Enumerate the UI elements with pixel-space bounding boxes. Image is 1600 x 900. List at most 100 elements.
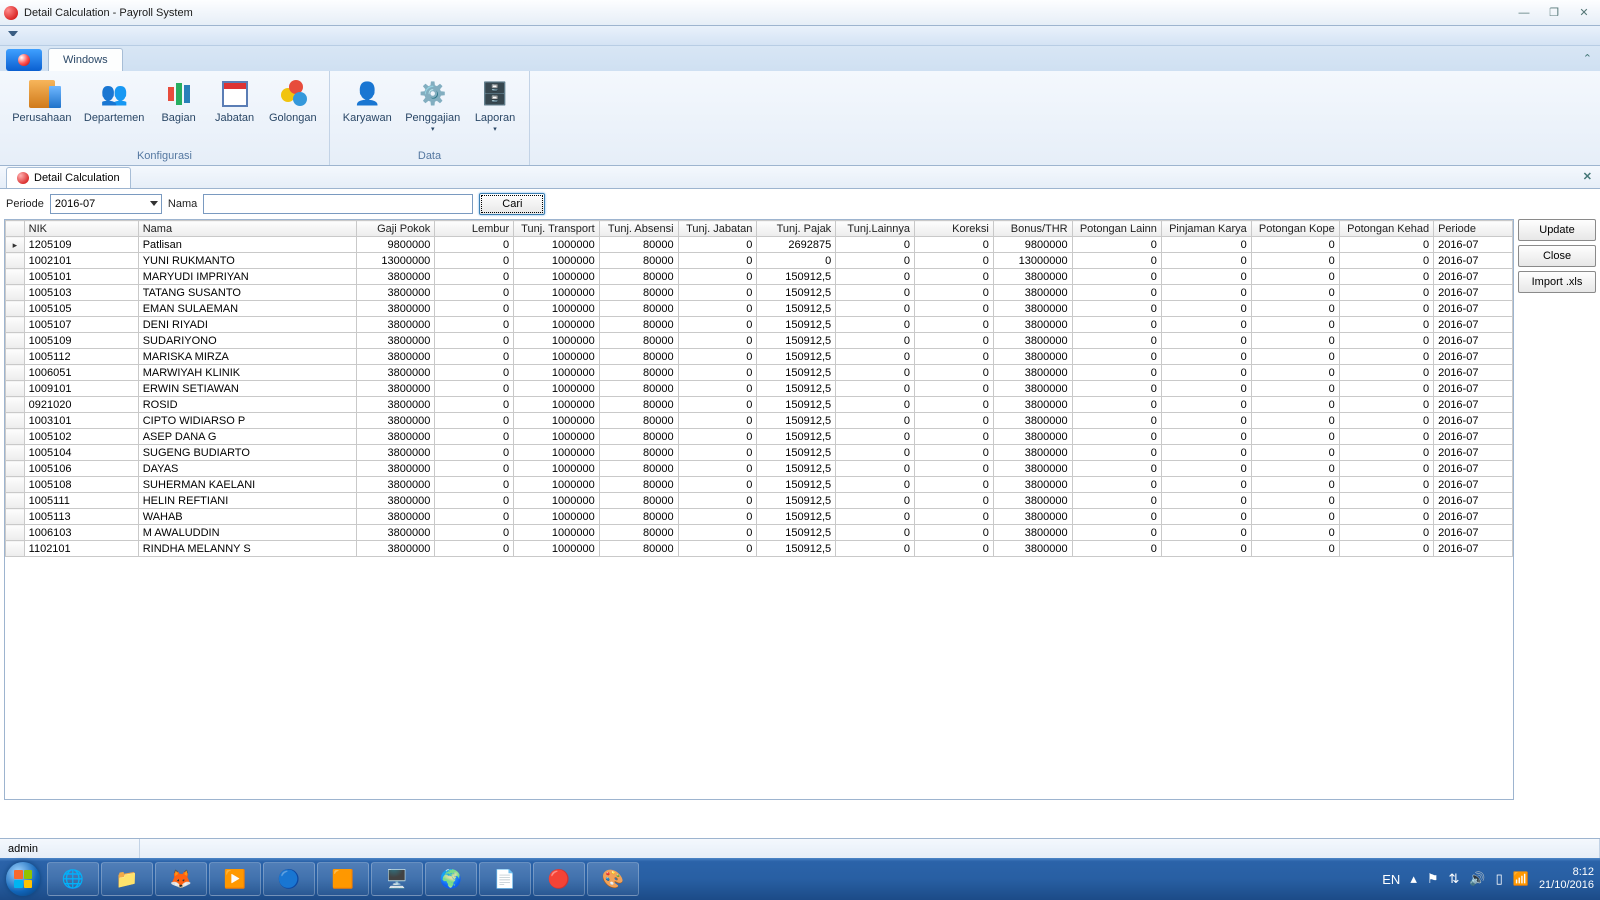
row-header[interactable] <box>6 477 25 493</box>
periode-combo[interactable]: 2016-07 <box>50 194 162 214</box>
cell[interactable]: 3800000 <box>356 285 435 301</box>
cell[interactable]: 80000 <box>599 285 678 301</box>
cell[interactable]: 0 <box>915 365 994 381</box>
cell[interactable]: 0 <box>1339 413 1433 429</box>
ribbon-departemen[interactable]: 👥Departemen <box>78 75 151 146</box>
row-header[interactable] <box>6 253 25 269</box>
cell[interactable]: 0 <box>1339 301 1433 317</box>
cell[interactable]: 0 <box>1072 429 1161 445</box>
cell[interactable]: M AWALUDDIN <box>138 525 356 541</box>
taskbar-chrome[interactable]: 🔵 <box>263 862 315 896</box>
cell[interactable]: 1000000 <box>514 525 600 541</box>
cell[interactable]: 0 <box>1072 317 1161 333</box>
col-header[interactable]: Tunj.Lainnya <box>836 221 915 237</box>
cell[interactable]: 3800000 <box>356 461 435 477</box>
cell[interactable]: 1005111 <box>24 493 138 509</box>
cell[interactable]: 3800000 <box>356 301 435 317</box>
cell[interactable]: 3800000 <box>993 349 1072 365</box>
cell[interactable]: 0 <box>1251 445 1339 461</box>
cell[interactable]: 0 <box>435 413 514 429</box>
cell[interactable]: 1000000 <box>514 493 600 509</box>
cell[interactable]: 0 <box>1251 541 1339 557</box>
cell[interactable]: 0 <box>678 333 757 349</box>
cell[interactable]: 0 <box>1339 525 1433 541</box>
taskbar-ie[interactable]: 🌐 <box>47 862 99 896</box>
cell[interactable]: 150912,5 <box>757 525 836 541</box>
cell[interactable]: 1006103 <box>24 525 138 541</box>
cell[interactable]: 3800000 <box>993 429 1072 445</box>
cell[interactable]: 0 <box>1072 301 1161 317</box>
tray-lang[interactable]: EN <box>1382 872 1400 887</box>
cell[interactable]: 2016-07 <box>1434 429 1513 445</box>
doctab-detail-calculation[interactable]: Detail Calculation <box>6 167 131 188</box>
cell[interactable]: 0 <box>678 237 757 253</box>
cell[interactable]: 1000000 <box>514 461 600 477</box>
cell[interactable]: 0 <box>1161 253 1251 269</box>
cell[interactable]: 150912,5 <box>757 381 836 397</box>
cell[interactable]: 0 <box>678 397 757 413</box>
cell[interactable]: 0 <box>435 285 514 301</box>
cell[interactable]: 3800000 <box>993 365 1072 381</box>
row-header[interactable] <box>6 397 25 413</box>
cell[interactable]: 0 <box>1339 429 1433 445</box>
cell[interactable]: 2016-07 <box>1434 333 1513 349</box>
cell[interactable]: 150912,5 <box>757 365 836 381</box>
cell[interactable]: RINDHA MELANNY S <box>138 541 356 557</box>
cell[interactable]: 0 <box>1251 477 1339 493</box>
cell[interactable]: 0 <box>678 301 757 317</box>
cell[interactable]: 0 <box>836 461 915 477</box>
cell[interactable]: 9800000 <box>993 237 1072 253</box>
cell[interactable]: SUDARIYONO <box>138 333 356 349</box>
cell[interactable]: 2016-07 <box>1434 237 1513 253</box>
cell[interactable]: 80000 <box>599 253 678 269</box>
cell[interactable]: 0 <box>1339 493 1433 509</box>
start-button[interactable] <box>0 858 46 900</box>
col-header[interactable]: Potongan Kehad <box>1339 221 1433 237</box>
col-header[interactable]: Tunj. Transport <box>514 221 600 237</box>
close-window-button[interactable]: ✕ <box>1572 5 1596 21</box>
col-header[interactable]: Tunj. Absensi <box>599 221 678 237</box>
cell[interactable]: 0 <box>836 301 915 317</box>
cell[interactable]: 0 <box>1161 413 1251 429</box>
cell[interactable]: 0 <box>1339 333 1433 349</box>
cell[interactable]: 2016-07 <box>1434 269 1513 285</box>
cell[interactable]: 0 <box>435 541 514 557</box>
cell[interactable]: 2016-07 <box>1434 317 1513 333</box>
cell[interactable]: 0 <box>836 349 915 365</box>
cell[interactable]: 0 <box>836 253 915 269</box>
row-header[interactable] <box>6 381 25 397</box>
ribbon-bagian[interactable]: Bagian <box>151 75 207 146</box>
cell[interactable]: 80000 <box>599 301 678 317</box>
cell[interactable]: HELIN REFTIANI <box>138 493 356 509</box>
cell[interactable]: 3800000 <box>356 525 435 541</box>
update-button[interactable]: Update <box>1518 219 1596 241</box>
cell[interactable]: 13000000 <box>356 253 435 269</box>
cell[interactable]: 3800000 <box>356 477 435 493</box>
cell[interactable]: 0 <box>1251 301 1339 317</box>
cell[interactable]: 0 <box>435 317 514 333</box>
cell[interactable]: 0 <box>1339 365 1433 381</box>
cell[interactable]: 0 <box>915 349 994 365</box>
cell[interactable]: 1005113 <box>24 509 138 525</box>
col-header[interactable]: Pinjaman Karya <box>1161 221 1251 237</box>
cell[interactable]: TATANG SUSANTO <box>138 285 356 301</box>
cell[interactable]: 3800000 <box>356 269 435 285</box>
tray-signal-icon[interactable]: 📶 <box>1513 871 1529 887</box>
table-row[interactable]: 1005105EMAN SULAEMAN38000000100000080000… <box>6 301 1513 317</box>
cell[interactable]: 3800000 <box>356 365 435 381</box>
cell[interactable]: 1005109 <box>24 333 138 349</box>
row-header[interactable] <box>6 333 25 349</box>
cell[interactable]: 0 <box>1161 461 1251 477</box>
col-header[interactable]: Koreksi <box>915 221 994 237</box>
row-header[interactable] <box>6 429 25 445</box>
cell[interactable]: 80000 <box>599 333 678 349</box>
row-header[interactable] <box>6 461 25 477</box>
cell[interactable]: 1005107 <box>24 317 138 333</box>
cell[interactable]: 0 <box>1072 397 1161 413</box>
cell[interactable]: 0 <box>1161 301 1251 317</box>
cell[interactable]: 1009101 <box>24 381 138 397</box>
col-header[interactable]: Potongan Lainn <box>1072 221 1161 237</box>
table-row[interactable]: 1005103TATANG SUSANTO3800000010000008000… <box>6 285 1513 301</box>
cell[interactable]: 0 <box>1339 397 1433 413</box>
col-header[interactable]: Gaji Pokok <box>356 221 435 237</box>
